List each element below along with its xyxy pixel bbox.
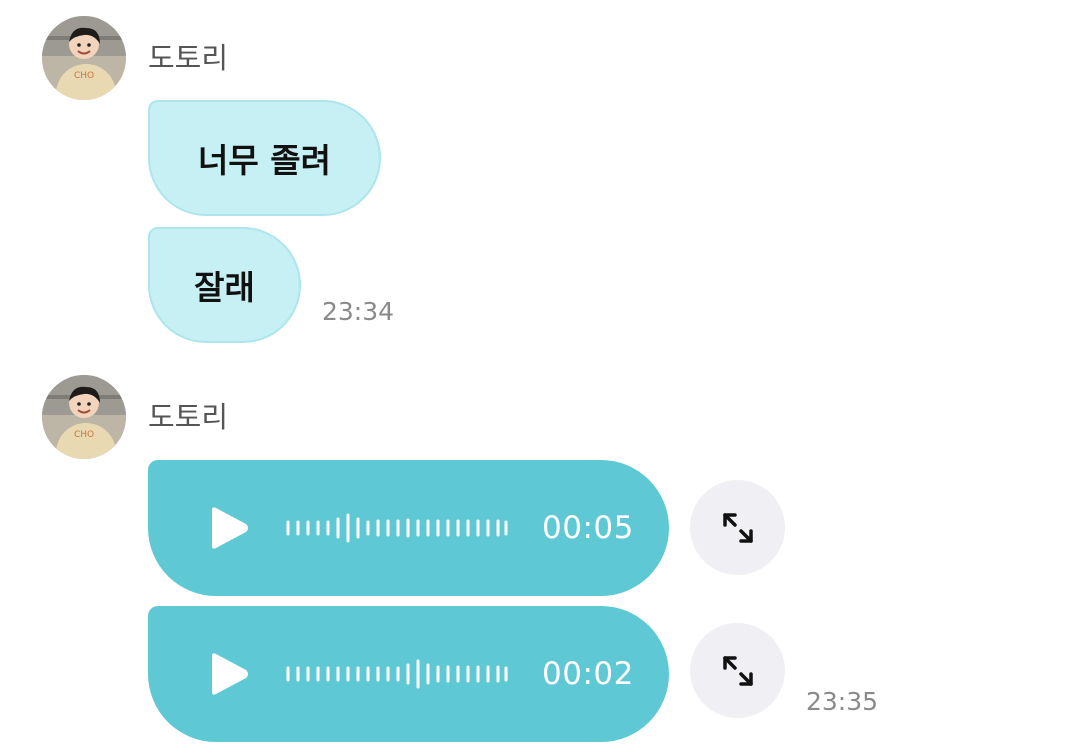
expand-button[interactable] xyxy=(690,480,785,575)
sender-name: 도토리 xyxy=(148,41,229,75)
play-icon[interactable] xyxy=(206,506,252,550)
svg-text:CHO: CHO xyxy=(74,430,94,440)
svg-text:CHO: CHO xyxy=(74,71,94,81)
voice-message[interactable]: 00:02 xyxy=(148,606,669,742)
chat-view: CHO 도토리 너무 졸려 잘래 23:34 CHO 도토리 00:05 00:… xyxy=(0,0,1080,748)
voice-message[interactable]: 00:05 xyxy=(148,460,669,596)
message-timestamp: 23:35 xyxy=(806,687,879,716)
expand-arrows-icon xyxy=(722,655,753,686)
sender-avatar[interactable]: CHO xyxy=(42,375,126,459)
message-timestamp: 23:34 xyxy=(322,297,395,326)
expand-button[interactable] xyxy=(690,623,785,718)
message-text: 너무 졸려 xyxy=(198,141,331,180)
voice-duration: 00:02 xyxy=(542,656,634,692)
waveform-icon xyxy=(286,513,508,543)
message-bubble[interactable]: 너무 졸려 xyxy=(148,100,381,216)
sender-name: 도토리 xyxy=(148,400,229,434)
sender-avatar[interactable]: CHO xyxy=(42,16,126,100)
message-text: 잘래 xyxy=(194,268,255,307)
waveform-icon xyxy=(286,659,508,689)
message-bubble[interactable]: 잘래 xyxy=(148,227,301,343)
expand-arrows-icon xyxy=(722,512,753,543)
voice-duration: 00:05 xyxy=(542,510,634,546)
play-icon[interactable] xyxy=(206,652,252,696)
